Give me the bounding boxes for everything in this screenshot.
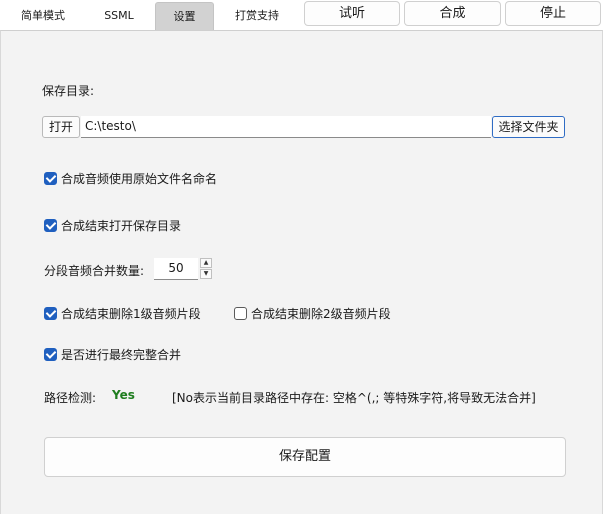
open-dir-after-checkbox[interactable]: 合成结束打开保存目录 [44,218,181,234]
tab-settings[interactable]: 设置 [155,2,214,30]
delete-level2-checkbox[interactable]: 合成结束删除2级音频片段 [234,306,391,322]
use-original-name-checkbox[interactable]: 合成音频使用原始文件名命名 [44,171,217,187]
tab-bar: 简单模式 SSML 设置 打赏支持 试听 合成 停止 [0,0,603,30]
checkbox-checked-icon [44,307,57,320]
delete-level2-label: 合成结束删除2级音频片段 [251,307,391,321]
use-original-name-label: 合成音频使用原始文件名命名 [61,172,218,186]
delete-level1-checkbox[interactable]: 合成结束删除1级音频片段 [44,306,201,322]
final-merge-checkbox[interactable]: 是否进行最终完整合并 [44,347,181,363]
checkbox-checked-icon [44,219,57,232]
listen-button[interactable]: 试听 [304,1,400,26]
path-check-label: 路径检测: [44,391,97,405]
save-dir-label: 保存目录: [42,84,95,98]
tab-simple-mode[interactable]: 简单模式 [4,2,82,30]
choose-folder-button[interactable]: 选择文件夹 [492,116,565,138]
open-dir-button[interactable]: 打开 [42,116,80,138]
settings-panel: 保存目录: 打开 C:\testo\ 选择文件夹 合成音频使用原始文件名命名 合… [0,30,603,514]
merge-count-label: 分段音频合并数量: [44,264,145,278]
checkbox-checked-icon [44,348,57,361]
checkbox-checked-icon [44,172,57,185]
merge-count-input[interactable]: 50 [154,258,198,280]
tab-donate[interactable]: 打赏支持 [218,2,296,30]
path-check-note: [No表示当前目录路径中存在: 空格^(,; 等特殊字符,将导致无法合并] [172,391,536,405]
path-check-status: Yes [112,388,135,402]
tab-ssml[interactable]: SSML [86,2,152,30]
final-merge-label: 是否进行最终完整合并 [61,348,182,362]
save-config-button[interactable]: 保存配置 [44,437,566,477]
save-dir-input[interactable]: C:\testo\ [81,116,491,138]
merge-count-down-button[interactable]: ▼ [200,269,212,279]
stop-button[interactable]: 停止 [505,1,601,26]
synthesize-button[interactable]: 合成 [404,1,501,26]
open-dir-after-label: 合成结束打开保存目录 [61,219,182,233]
checkbox-unchecked-icon [234,307,247,320]
delete-level1-label: 合成结束删除1级音频片段 [61,307,201,321]
merge-count-up-button[interactable]: ▲ [200,258,212,268]
